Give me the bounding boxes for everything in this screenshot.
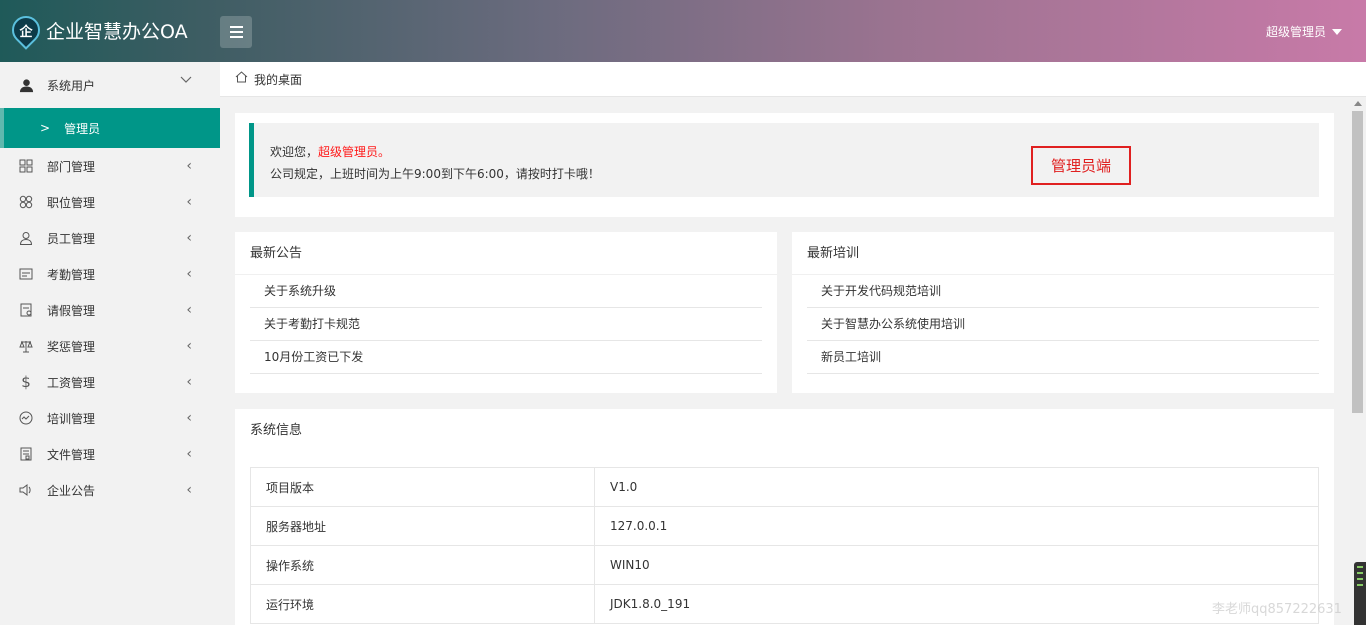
panel-title: 系统信息: [250, 423, 303, 438]
welcome-greeting: 欢迎您，: [270, 145, 319, 159]
scroll-up-icon[interactable]: [1354, 101, 1362, 106]
chevron-left-icon: ‹: [186, 338, 192, 354]
grid-icon: [18, 158, 34, 174]
sidebar-item-label: 培训管理: [47, 411, 96, 426]
chevron-left-icon: ‹: [186, 410, 192, 426]
breadcrumb: 我的桌面: [220, 62, 1366, 97]
sidebar-item-departments[interactable]: 部门管理 ‹: [0, 148, 220, 184]
table-row: 运行环境 JDK1.8.0_191: [250, 584, 1319, 624]
side-widget[interactable]: [1354, 562, 1366, 625]
info-key: 操作系统: [250, 545, 595, 585]
chevron-left-icon: ‹: [186, 158, 192, 174]
training-list: 关于开发代码规范培训 关于智慧办公系统使用培训 新员工培训: [792, 275, 1334, 374]
training-item[interactable]: 关于开发代码规范培训: [807, 275, 1319, 308]
logo-icon: 企: [6, 10, 46, 50]
chevron-left-icon: ‹: [186, 194, 192, 210]
main-content: 我的桌面 欢迎您，超级管理员。 公司规定，上班时间为上午9:00到下午6:00，…: [220, 62, 1366, 625]
info-key: 服务器地址: [250, 506, 595, 546]
app-logo[interactable]: 企 企业智慧办公OA: [6, 10, 188, 50]
panel-title: 最新公告: [235, 232, 777, 275]
system-info-panel: 系统信息 项目版本 V1.0 服务器地址 127.0.0.1 操作系统 WIN10 运…: [235, 409, 1334, 625]
panel-title: 最新培训: [792, 232, 1334, 275]
menu-toggle-button[interactable]: [220, 16, 252, 48]
sidebar: 系统用户 > 管理员 部门管理 ‹ 职位管理 ‹ 员工管理 ‹ 考勤管理 ‹ 请…: [0, 62, 220, 625]
speaker-icon: [18, 482, 34, 498]
chevron-left-icon: ‹: [186, 446, 192, 462]
dollar-icon: $: [21, 373, 31, 391]
app-title: 企业智慧办公OA: [46, 20, 188, 43]
sidebar-item-label: 考勤管理: [47, 267, 96, 282]
training-item[interactable]: 新员工培训: [807, 341, 1319, 374]
chart-icon: [18, 410, 34, 426]
notice-list: 关于系统升级 关于考勤打卡规范 10月份工资已下发: [235, 275, 777, 374]
sidebar-item-system-users[interactable]: 系统用户: [0, 62, 220, 108]
sidebar-item-label: 管理员: [64, 121, 101, 136]
scale-icon: [18, 338, 34, 354]
sidebar-item-positions[interactable]: 职位管理 ‹: [0, 184, 220, 220]
sidebar-item-attendance[interactable]: 考勤管理 ‹: [0, 256, 220, 292]
sidebar-item-label: 职位管理: [47, 195, 96, 210]
scrollbar-thumb[interactable]: [1352, 111, 1363, 413]
info-value: WIN10: [594, 545, 1319, 585]
person-outline-icon: [18, 230, 34, 246]
chevron-left-icon: ‹: [186, 230, 192, 246]
info-value: V1.0: [594, 467, 1319, 507]
user-menu[interactable]: 超级管理员: [1266, 23, 1342, 40]
sidebar-item-rewards[interactable]: 奖惩管理 ‹: [0, 328, 220, 364]
home-icon[interactable]: [235, 71, 248, 87]
leave-form-icon: [18, 302, 34, 318]
sidebar-item-announcements[interactable]: 企业公告 ‹: [0, 472, 220, 508]
hamburger-icon: [229, 26, 243, 28]
info-key: 项目版本: [250, 467, 595, 507]
sidebar-item-label: 请假管理: [47, 303, 96, 318]
info-value: JDK1.8.0_191: [594, 584, 1319, 624]
breadcrumb-current[interactable]: 我的桌面: [254, 71, 302, 88]
calendar-icon: [18, 266, 34, 282]
sidebar-item-label: 工资管理: [47, 375, 96, 390]
sidebar-item-label: 部门管理: [47, 159, 96, 174]
sidebar-item-leave[interactable]: 请假管理 ‹: [0, 292, 220, 328]
info-key: 运行环境: [250, 584, 595, 624]
user-icon: [18, 77, 34, 93]
chevron-right-icon: >: [40, 121, 51, 135]
welcome-message: 欢迎您，超级管理员。 公司规定，上班时间为上午9:00到下午6:00，请按时打卡…: [249, 123, 1319, 197]
table-row: 操作系统 WIN10: [250, 545, 1319, 585]
table-row: 项目版本 V1.0: [250, 467, 1319, 507]
admin-side-badge: 管理员端: [1031, 146, 1131, 185]
notice-item[interactable]: 10月份工资已下发: [250, 341, 762, 374]
table-row: 服务器地址 127.0.0.1: [250, 506, 1319, 546]
latest-training-panel: 最新培训 关于开发代码规范培训 关于智慧办公系统使用培训 新员工培训: [792, 232, 1334, 393]
welcome-card: 欢迎您，超级管理员。 公司规定，上班时间为上午9:00到下午6:00，请按时打卡…: [235, 113, 1334, 217]
work-hours-rule: 公司规定，上班时间为上午9:00到下午6:00，请按时打卡哦！: [270, 167, 600, 181]
sidebar-item-label: 奖惩管理: [47, 339, 96, 354]
watermark: 李老师qq857222631: [1212, 602, 1342, 617]
training-item[interactable]: 关于智慧办公系统使用培训: [807, 308, 1319, 341]
sidebar-item-label: 企业公告: [47, 483, 96, 498]
sidebar-item-salary[interactable]: $ 工资管理 ‹: [0, 364, 220, 400]
top-header: 企 企业智慧办公OA 超级管理员: [0, 0, 1366, 62]
caret-down-icon: [1332, 28, 1342, 35]
notice-item[interactable]: 关于考勤打卡规范: [250, 308, 762, 341]
sidebar-item-label: 员工管理: [47, 231, 96, 246]
chevron-left-icon: ‹: [186, 482, 192, 498]
welcome-user: 超级管理员。: [318, 145, 391, 159]
user-name: 超级管理员: [1265, 25, 1326, 39]
sidebar-item-label: 文件管理: [47, 447, 96, 462]
info-value: 127.0.0.1: [594, 506, 1319, 546]
latest-notices-panel: 最新公告 关于系统升级 关于考勤打卡规范 10月份工资已下发: [235, 232, 777, 393]
clover-icon: [18, 194, 34, 210]
system-info-table: 项目版本 V1.0 服务器地址 127.0.0.1 操作系统 WIN10 运行环境 JD…: [250, 467, 1319, 624]
chevron-left-icon: ‹: [186, 266, 192, 282]
file-icon: [18, 446, 34, 462]
vertical-scrollbar[interactable]: [1350, 97, 1366, 625]
chevron-left-icon: ‹: [186, 302, 192, 318]
chevron-left-icon: ‹: [186, 374, 192, 390]
sidebar-item-files[interactable]: 文件管理 ‹: [0, 436, 220, 472]
notice-item[interactable]: 关于系统升级: [250, 275, 762, 308]
sidebar-item-employees[interactable]: 员工管理 ‹: [0, 220, 220, 256]
sidebar-item-admin[interactable]: > 管理员: [0, 108, 220, 148]
sidebar-item-label: 系统用户: [47, 78, 96, 93]
chevron-down-icon: [180, 72, 192, 88]
sidebar-item-training[interactable]: 培训管理 ‹: [0, 400, 220, 436]
